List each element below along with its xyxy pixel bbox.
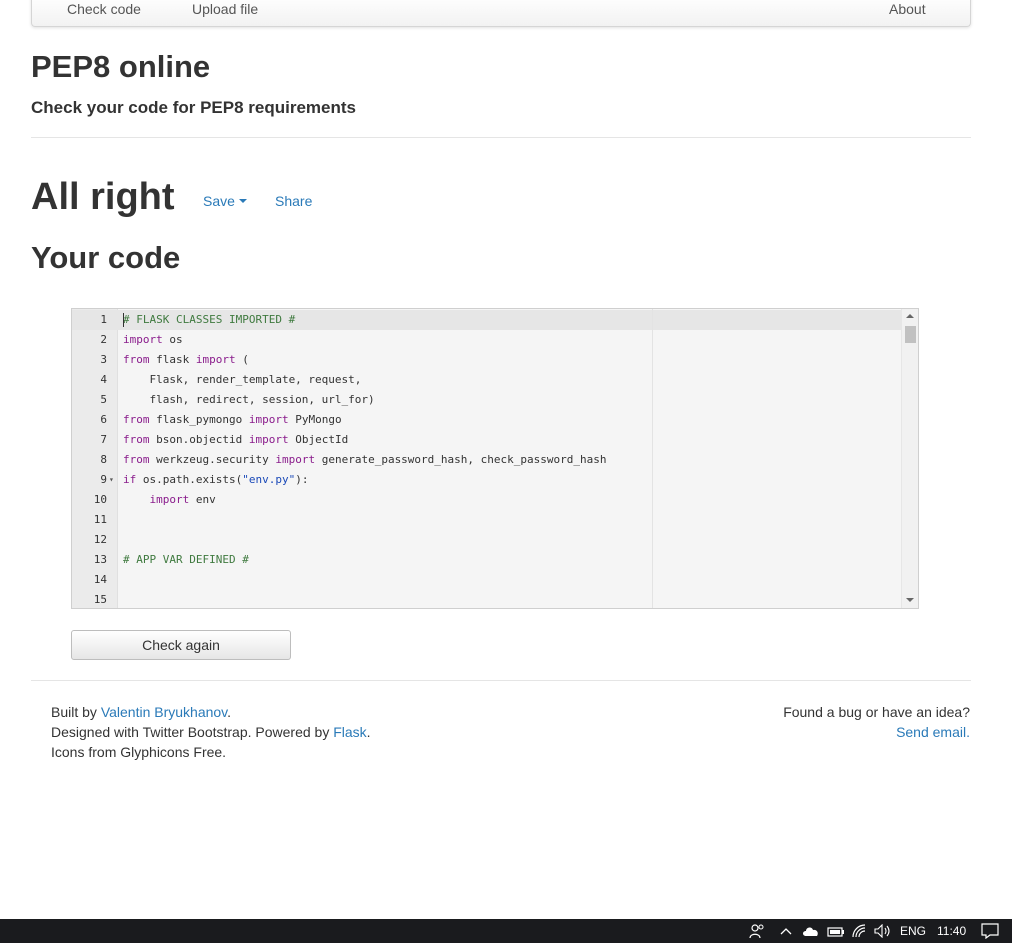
nav-check-code[interactable]: Check code (67, 0, 141, 19)
code-text: # APP VAR DEFINED # (123, 553, 249, 566)
notification-icon[interactable] (979, 919, 1001, 943)
code-text: flash, redirect, session, url_for) (123, 393, 375, 406)
nav-about[interactable]: About (889, 0, 926, 19)
code-line: 11 (72, 510, 902, 530)
line-number: 8 (100, 453, 107, 466)
wifi-icon[interactable] (850, 919, 870, 943)
footer-feedback: Found a bug or have an idea? Send email. (783, 702, 970, 742)
code-text: from werkzeug.security import generate_p… (123, 453, 607, 466)
scrollbar-thumb[interactable] (905, 326, 916, 343)
code-lines: 1 # FLASK CLASSES IMPORTED # 2 import os 3 fr… (72, 310, 902, 608)
line-number: 13 (93, 553, 107, 566)
caret-down-icon (238, 199, 247, 204)
code-line: 2 import os (72, 330, 902, 350)
code-section-title: Your code (31, 240, 181, 275)
code-line: 13 # APP VAR DEFINED # (72, 550, 902, 570)
taskbar: ENG 11:40 (0, 919, 1012, 943)
battery-icon[interactable] (825, 919, 847, 943)
code-line: 12 (72, 530, 902, 550)
code-text: # FLASK CLASSES IMPORTED # (123, 313, 296, 326)
code-text: Flask, render_template, request, (123, 373, 362, 386)
fold-arrow-icon[interactable]: ▾ (109, 470, 114, 490)
language-indicator[interactable]: ENG (900, 919, 926, 943)
line-number: 1 (100, 313, 107, 326)
period-text: . (227, 704, 232, 720)
author-link[interactable]: Valentin Bryukhanov (101, 704, 227, 720)
code-line: 3 from flask import ( (72, 350, 902, 370)
line-number: 4 (100, 373, 107, 386)
code-text: from flask import ( (123, 353, 249, 366)
text-cursor (123, 313, 124, 327)
footer-divider (31, 680, 971, 681)
code-line: 8 from werkzeug.security import generate_… (72, 450, 902, 470)
line-number: 14 (93, 573, 107, 586)
footer-icons-credit: Icons from Glyphicons Free. (51, 744, 227, 760)
code-line: 14 (72, 570, 902, 590)
result-title: All right (31, 176, 175, 218)
code-text: import os (123, 333, 183, 346)
built-by-text: Built by (51, 704, 101, 720)
code-text: if os.path.exists("env.py"): (123, 473, 309, 486)
code-line: 6 from flask_pymongo import PyMongo (72, 410, 902, 430)
check-again-button[interactable]: Check again (71, 630, 291, 660)
scroll-down-icon[interactable] (906, 598, 914, 602)
bug-text: Found a bug or have an idea? (783, 704, 970, 720)
line-number: 15 (93, 593, 107, 606)
flask-link[interactable]: Flask (333, 724, 366, 740)
scroll-up-icon[interactable] (906, 314, 914, 318)
code-line: 15 (72, 590, 902, 608)
code-line: 10 import env (72, 490, 902, 510)
line-number: 10 (93, 493, 107, 506)
footer-designed: Designed with Twitter Bootstrap. Powered… (51, 722, 371, 742)
code-line: 1 # FLASK CLASSES IMPORTED # (72, 310, 902, 330)
code-line: 4 Flask, render_template, request, (72, 370, 902, 390)
line-number: 2 (100, 333, 107, 346)
code-text: from bson.objectid import ObjectId (123, 433, 349, 446)
clock[interactable]: 11:40 (937, 919, 966, 943)
line-number: 3 (100, 353, 107, 366)
code-line: 7 from bson.objectid import ObjectId (72, 430, 902, 450)
send-email-link[interactable]: Send email. (896, 724, 970, 740)
people-icon[interactable] (746, 919, 768, 943)
cloud-icon[interactable] (800, 919, 822, 943)
chevron-up-icon[interactable] (777, 919, 795, 943)
designed-text: Designed with Twitter Bootstrap. Powered… (51, 724, 334, 740)
volume-icon[interactable] (872, 919, 894, 943)
line-number: 5 (100, 393, 107, 406)
header-divider (31, 137, 971, 138)
line-number: 11 (93, 513, 107, 526)
page-title: PEP8 online (31, 49, 211, 84)
save-dropdown-button[interactable]: Save (203, 192, 247, 210)
save-label: Save (203, 193, 235, 209)
footer-credits: Built by Valentin Bryukhanov. Designed w… (51, 702, 371, 762)
share-link[interactable]: Share (275, 192, 312, 210)
period-text: . (366, 724, 371, 740)
code-editor[interactable]: 1 # FLASK CLASSES IMPORTED # 2 import os 3 fr… (71, 308, 919, 609)
line-number: 9 (100, 473, 107, 486)
page-subtitle: Check your code for PEP8 requirements (31, 98, 356, 117)
line-number: 12 (93, 533, 107, 546)
top-navbar: Check code Upload file About (31, 0, 971, 27)
code-line: 5 flash, redirect, session, url_for) (72, 390, 902, 410)
footer-built-by: Built by Valentin Bryukhanov. (51, 702, 371, 722)
nav-upload-file[interactable]: Upload file (192, 0, 258, 19)
code-text: from flask_pymongo import PyMongo (123, 413, 342, 426)
code-line: 9 ▾ if os.path.exists("env.py"): (72, 470, 902, 490)
editor-scrollbar[interactable] (901, 309, 918, 608)
line-number: 7 (100, 433, 107, 446)
line-number: 6 (100, 413, 107, 426)
code-text: import env (149, 493, 216, 506)
